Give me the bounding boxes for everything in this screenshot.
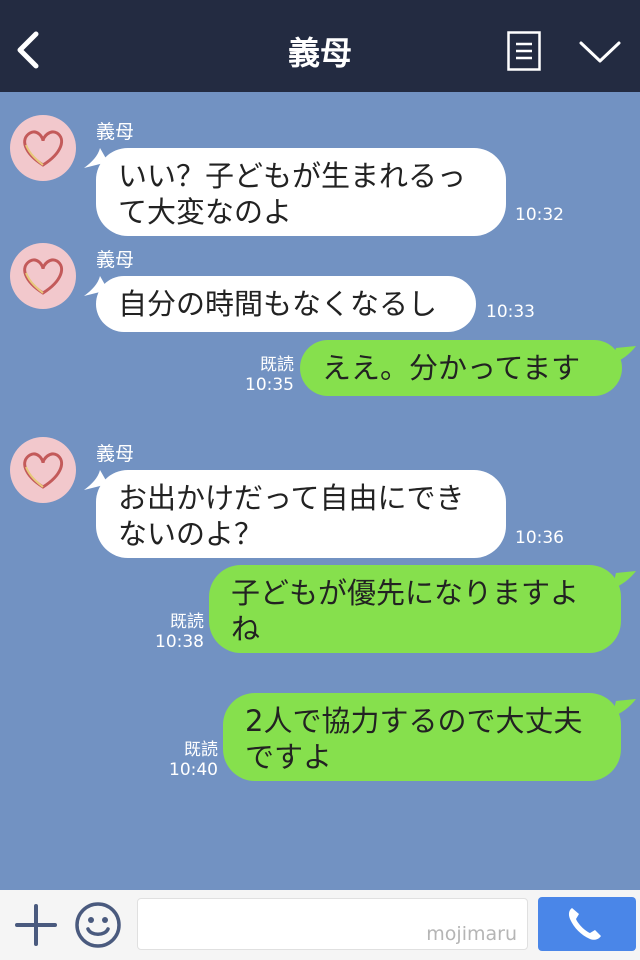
chevron-down-icon[interactable]: [578, 38, 622, 66]
emoji-icon[interactable]: [74, 901, 122, 949]
avatar[interactable]: [10, 115, 76, 181]
incoming-message-bubble[interactable]: お出かけだって自由にでき ないのよ？: [96, 470, 506, 558]
chat-title: 義母: [287, 34, 352, 72]
message-input[interactable]: mojimaru: [137, 898, 528, 950]
sender-name: 義母: [96, 443, 135, 465]
message-text-line: お出かけだって自由にでき: [118, 481, 465, 515]
plus-icon[interactable]: [14, 903, 58, 947]
incoming-message-bubble[interactable]: 自分の時間もなくなるし: [96, 276, 476, 332]
read-label: 既読: [184, 740, 218, 760]
message-text-line: 子どもが優先になりますよ: [231, 576, 580, 610]
heart-wreath-icon: [23, 130, 64, 167]
sender-name: 義母: [96, 121, 135, 143]
read-receipt: 既読 10:38: [140, 612, 204, 652]
chat-header: 義母: [0, 0, 640, 92]
read-receipt: 既読 10:35: [230, 355, 294, 395]
read-receipt: 既読 10:40: [154, 740, 218, 780]
bubble-tail: [612, 346, 636, 364]
outgoing-message-bubble[interactable]: 子どもが優先になりますよ ね: [209, 565, 621, 653]
bubble-tail: [612, 699, 636, 717]
outgoing-message-bubble[interactable]: 2人で協力するので大丈夫 ですよ: [223, 693, 621, 781]
read-label: 既読: [260, 355, 294, 375]
message-text-line: て大変なのよ: [118, 195, 293, 229]
message-text-line: 自分の時間もなくなるし: [118, 287, 438, 321]
message-time: 10:38: [155, 632, 204, 652]
message-time: 10:35: [245, 375, 294, 395]
message-time: 10:33: [486, 302, 535, 322]
avatar[interactable]: [10, 437, 76, 503]
message-text-line: 2人で協力するので大丈夫: [245, 704, 583, 738]
message-text-line: いい？子どもが生まれるっ: [118, 159, 467, 193]
message-text-line: ないのよ？: [118, 517, 264, 551]
message-time: 10:36: [515, 528, 564, 548]
avatar[interactable]: [10, 243, 76, 309]
message-text-line: ね: [231, 612, 261, 646]
incoming-message-bubble[interactable]: いい？子どもが生まれるっ て大変なのよ: [96, 148, 506, 236]
phone-icon: [568, 908, 601, 940]
message-text-line: ええ。分かってます: [322, 351, 581, 385]
heart-wreath-icon: [23, 258, 64, 295]
read-label: 既読: [170, 612, 204, 632]
message-time: 10:40: [169, 760, 218, 780]
menu-icon[interactable]: [507, 31, 541, 71]
message-text-line: ですよ: [245, 740, 333, 774]
outgoing-message-bubble[interactable]: ええ。分かってます: [300, 340, 622, 396]
watermark: mojimaru: [426, 923, 517, 945]
heart-wreath-icon: [23, 452, 64, 489]
bubble-tail: [612, 571, 636, 589]
message-time: 10:32: [515, 205, 564, 225]
call-button[interactable]: [538, 897, 636, 951]
sender-name: 義母: [96, 249, 135, 271]
